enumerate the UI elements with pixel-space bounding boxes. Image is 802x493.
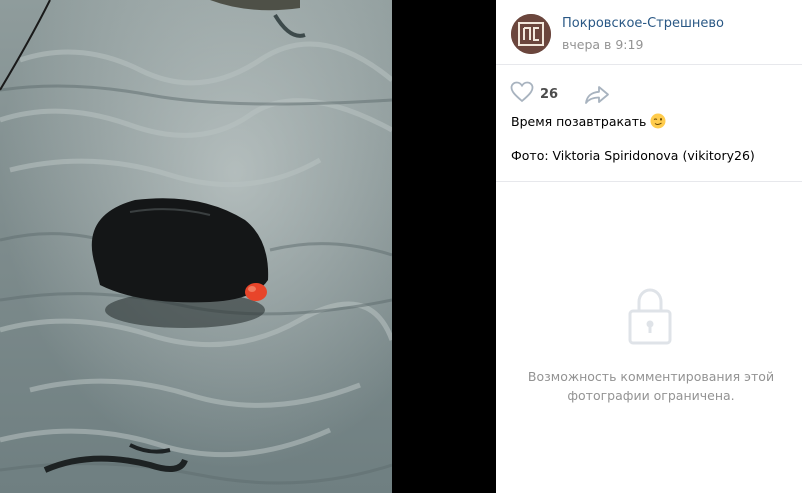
comments-disabled-notice: Возможность комментирования этой фотогра… — [516, 367, 786, 405]
winking-face-emoji — [650, 113, 666, 129]
divider — [496, 181, 802, 182]
share-arrow-icon — [584, 86, 610, 109]
lock-icon — [628, 287, 672, 349]
comments-disabled-line2: фотографии ограничена. — [567, 388, 735, 403]
caption-text: Время позавтракать — [511, 113, 647, 129]
comments-disabled-line1: Возможность комментирования этой — [527, 369, 775, 384]
group-name-link[interactable]: Покровское-Стрешнево — [562, 16, 724, 31]
photo-credit: Фото: Viktoria Spiridonova (vikitory26) — [511, 148, 755, 163]
post-photo[interactable] — [0, 0, 392, 493]
post-header: Покровское-Стрешнево вчера в 9:19 — [496, 0, 802, 65]
photo-viewer — [0, 0, 496, 493]
like-button[interactable]: 26 — [510, 81, 559, 107]
heart-icon — [510, 81, 534, 107]
avatar[interactable] — [511, 14, 551, 54]
like-count: 26 — [540, 86, 559, 102]
post-caption: Время позавтракать — [511, 113, 666, 129]
post-time[interactable]: вчера в 9:19 — [562, 37, 643, 52]
post-sidebar: Покровское-Стрешнево вчера в 9:19 26 Вре… — [496, 0, 802, 493]
share-button[interactable] — [584, 85, 610, 109]
